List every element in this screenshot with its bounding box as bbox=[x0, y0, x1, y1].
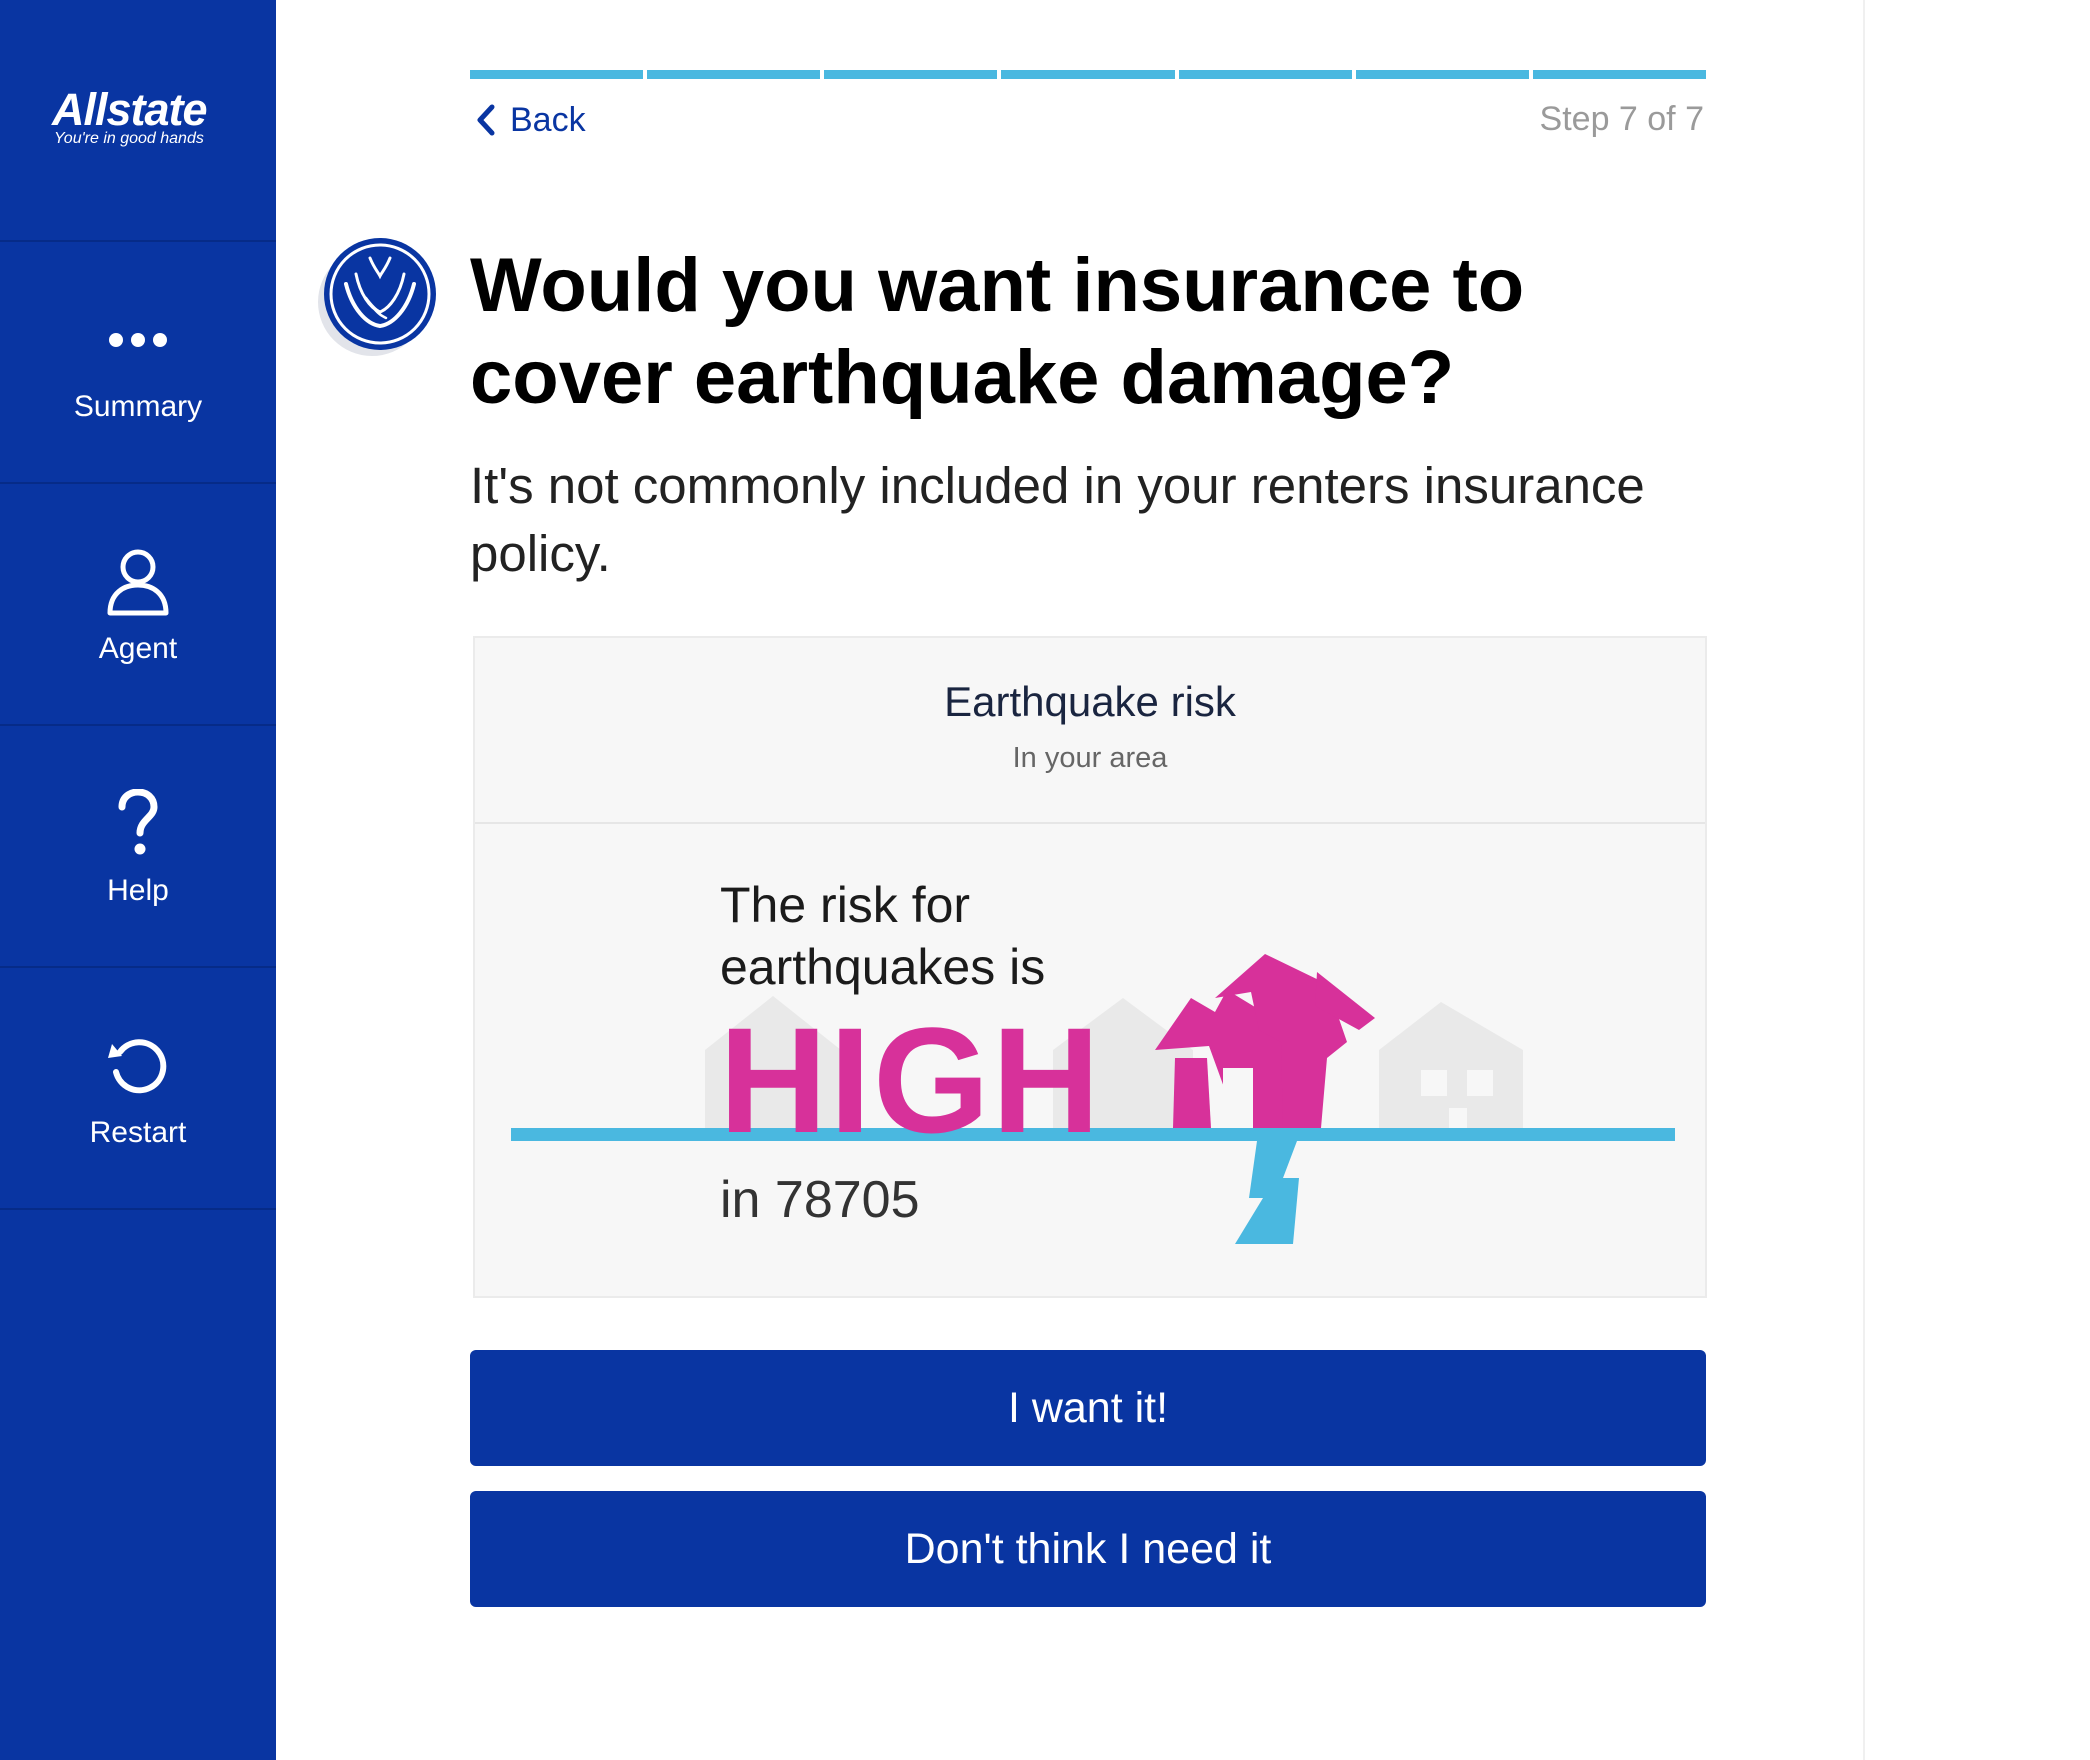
risk-line-1: The risk for bbox=[720, 877, 971, 933]
ground-crack-icon bbox=[1235, 1141, 1299, 1244]
risk-statement: The risk for earthquakes is bbox=[720, 874, 1045, 998]
question-icon bbox=[0, 784, 276, 864]
sidebar-item-restart[interactable]: Restart bbox=[0, 968, 276, 1210]
brand-logo[interactable]: Allstate You're in good hands bbox=[0, 0, 276, 242]
person-icon bbox=[0, 542, 276, 622]
progress-bar bbox=[470, 70, 1706, 79]
want-it-button[interactable]: I want it! bbox=[470, 1350, 1706, 1466]
content-divider bbox=[1863, 0, 1865, 1760]
progress-segment bbox=[470, 70, 644, 79]
allstate-hands-avatar bbox=[316, 236, 438, 358]
sidebar-item-label: Restart bbox=[89, 1116, 187, 1149]
progress-segment bbox=[1178, 70, 1352, 79]
chevron-left-icon bbox=[477, 104, 495, 136]
question-subtitle: It's not commonly included in your rente… bbox=[470, 457, 1645, 582]
step-indicator: Step 7 of 7 bbox=[1539, 100, 1704, 138]
progress-segment bbox=[1532, 70, 1706, 79]
more-dots-icon bbox=[0, 300, 276, 380]
brand-name: Allstate bbox=[52, 84, 208, 135]
restart-icon bbox=[0, 1026, 276, 1106]
back-link[interactable]: Back bbox=[474, 96, 586, 144]
risk-line-2: earthquakes is bbox=[720, 939, 1046, 995]
risk-zip: in 78705 bbox=[720, 1171, 920, 1229]
progress-segment bbox=[824, 70, 998, 79]
sidebar-item-summary[interactable]: Summary bbox=[0, 242, 276, 484]
sidebar: Allstate You're in good hands Summary Ag… bbox=[0, 0, 276, 1760]
sidebar-item-label: Help bbox=[107, 874, 169, 907]
back-label: Back bbox=[510, 100, 586, 139]
sidebar-item-help[interactable]: Help bbox=[0, 726, 276, 968]
brand-tagline: You're in good hands bbox=[54, 130, 204, 147]
question-title: Would you want insurance to cover earthq… bbox=[470, 243, 1525, 420]
sidebar-item-agent[interactable]: Agent bbox=[0, 484, 276, 726]
earthquake-illustration bbox=[511, 954, 1675, 1244]
sidebar-item-label: Agent bbox=[98, 632, 178, 665]
progress-segment bbox=[647, 70, 821, 79]
sidebar-item-label: Summary bbox=[73, 390, 203, 423]
broken-house-icon bbox=[1155, 954, 1375, 1128]
decline-button[interactable]: Don't think I need it bbox=[470, 1491, 1706, 1607]
earthquake-risk-card: Earthquake risk In your area The risk fo… bbox=[473, 636, 1707, 1298]
risk-level: HIGH bbox=[719, 996, 1102, 1164]
progress-segment bbox=[1355, 70, 1529, 79]
progress-segment bbox=[1001, 70, 1175, 79]
